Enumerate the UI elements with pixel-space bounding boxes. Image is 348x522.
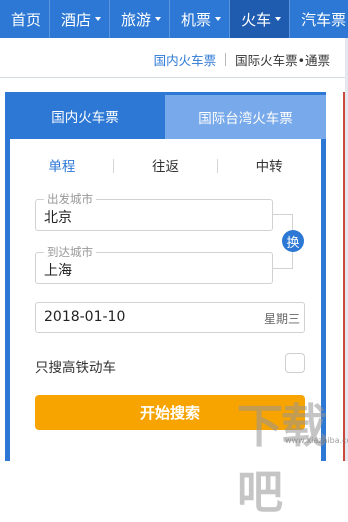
divider xyxy=(217,159,218,173)
nav-item-home[interactable]: 首页 xyxy=(0,0,51,38)
field-value: 北京 xyxy=(44,210,72,226)
nav-item-hotel[interactable]: 酒店 xyxy=(50,0,111,38)
sub-nav-links: 国内火车票 国际火车票•通票 xyxy=(154,50,330,69)
trip-type-round-trip[interactable]: 往返 xyxy=(114,155,218,175)
international-train-link[interactable]: 国际火车票•通票 xyxy=(235,50,330,69)
departure-city-field[interactable]: 出发城市 北京 xyxy=(35,192,273,231)
nav-item-flights[interactable]: 机票 xyxy=(170,0,231,38)
watermark-logo: 下载吧 www.xiazaiba.com xyxy=(225,388,348,519)
arrival-city-field[interactable]: 到达城市 上海 xyxy=(35,245,273,284)
tab-label: 国内火车票 xyxy=(51,109,119,126)
trip-type-transfer[interactable]: 中转 xyxy=(217,155,321,175)
nav-item-label: 旅游 xyxy=(121,10,152,29)
divider xyxy=(113,159,114,173)
nav-item-label: 机票 xyxy=(181,10,212,29)
high-speed-only-label: 只搜高铁动车 xyxy=(35,360,116,376)
chevron-down-icon xyxy=(215,17,222,21)
chevron-down-icon xyxy=(275,17,282,21)
domestic-train-link[interactable]: 国内火车票 xyxy=(154,50,217,69)
date-value: 2018-01-10 xyxy=(44,309,126,325)
adjacent-banner-edge xyxy=(343,92,345,461)
trip-type-selector: 单程 往返 中转 xyxy=(10,155,321,175)
watermark-url: www.xiazaiba.com xyxy=(285,436,348,445)
field-label: 出发城市 xyxy=(44,192,96,206)
nav-item-label: 汽车票 xyxy=(301,10,347,29)
tab-domestic-train[interactable]: 国内火车票 xyxy=(5,92,165,139)
chevron-down-icon xyxy=(95,17,102,21)
divider xyxy=(225,53,227,66)
top-nav: 首页 酒店 旅游 机票 火车 汽车票 xyxy=(0,0,348,38)
nav-item-label: 火车 xyxy=(241,10,272,29)
trip-type-one-way[interactable]: 单程 xyxy=(10,155,114,175)
nav-item-label: 酒店 xyxy=(61,10,92,29)
high-speed-only-checkbox[interactable] xyxy=(285,353,305,373)
tab-label: 国际台湾火车票 xyxy=(198,111,293,127)
weekday-label: 星期三 xyxy=(263,312,300,326)
chevron-down-icon xyxy=(155,17,162,21)
field-label: 到达城市 xyxy=(44,245,96,259)
nav-item-train[interactable]: 火车 xyxy=(230,0,291,38)
nav-item-label: 首页 xyxy=(11,10,42,29)
tab-international-taiwan-train[interactable]: 国际台湾火车票 xyxy=(165,95,326,139)
nav-item-travel[interactable]: 旅游 xyxy=(110,0,171,38)
nav-item-bus[interactable]: 汽车票 xyxy=(290,0,348,38)
sub-nav: 国内火车票 国际火车票•通票 xyxy=(0,38,348,78)
departure-date-field[interactable]: 2018-01-10 星期三 xyxy=(35,302,305,333)
field-value: 上海 xyxy=(44,263,72,279)
swap-cities-button[interactable]: 换 xyxy=(282,230,304,252)
watermark-text: 下载吧 xyxy=(237,399,327,519)
